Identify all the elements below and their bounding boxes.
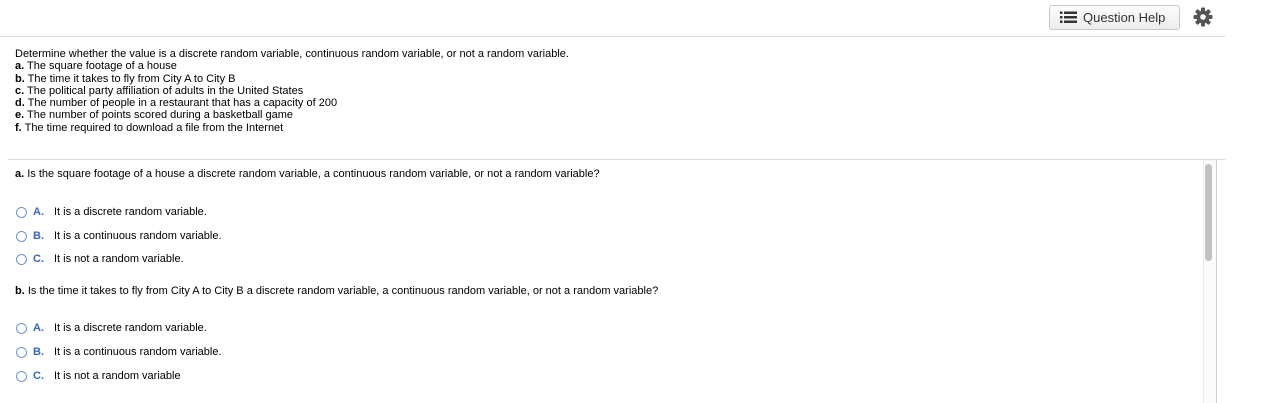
top-toolbar: Question Help xyxy=(0,0,1225,37)
intro-item: d. The number of people in a restaurant … xyxy=(15,97,338,110)
question-help-label: Question Help xyxy=(1083,10,1166,25)
question-b-option-c[interactable]: C. It is not a random variable xyxy=(16,369,181,383)
question-b-option-a[interactable]: A. It is a discrete random variable. xyxy=(16,321,207,335)
instruction-text: Determine whether the value is a discret… xyxy=(15,48,569,60)
panel-border xyxy=(1216,160,1217,403)
gear-icon[interactable] xyxy=(1193,7,1213,27)
problem-statement: Determine whether the value is a discret… xyxy=(15,48,1215,134)
radio-button[interactable] xyxy=(16,370,27,382)
question-a-prompt: a. Is the square footage of a house a di… xyxy=(15,168,600,180)
question-help-button[interactable]: Question Help xyxy=(1049,5,1180,30)
radio-button[interactable] xyxy=(16,206,27,218)
scrollbar-thumb[interactable] xyxy=(1205,164,1212,261)
intro-item: f. The time required to download a file … xyxy=(15,121,284,134)
intro-item: c. The political party affiliation of ad… xyxy=(15,84,304,97)
radio-button[interactable] xyxy=(16,346,27,358)
question-b-prompt: b. Is the time it takes to fly from City… xyxy=(15,285,659,297)
question-a-option-c[interactable]: C. It is not a random variable. xyxy=(16,252,184,266)
list-icon xyxy=(1060,11,1077,23)
question-b-option-b[interactable]: B. It is a continuous random variable. xyxy=(16,345,222,359)
intro-item: e. The number of points scored during a … xyxy=(15,109,294,122)
question-a-option-a[interactable]: A. It is a discrete random variable. xyxy=(16,205,207,219)
radio-button[interactable] xyxy=(16,230,27,242)
question-a-option-b[interactable]: B. It is a continuous random variable. xyxy=(16,229,222,243)
intro-item: a. The square footage of a house xyxy=(15,60,177,73)
radio-button[interactable] xyxy=(16,253,27,265)
radio-button[interactable] xyxy=(16,322,27,334)
answer-area: a. Is the square footage of a house a di… xyxy=(8,160,1218,403)
intro-item: b. The time it takes to fly from City A … xyxy=(15,72,236,85)
